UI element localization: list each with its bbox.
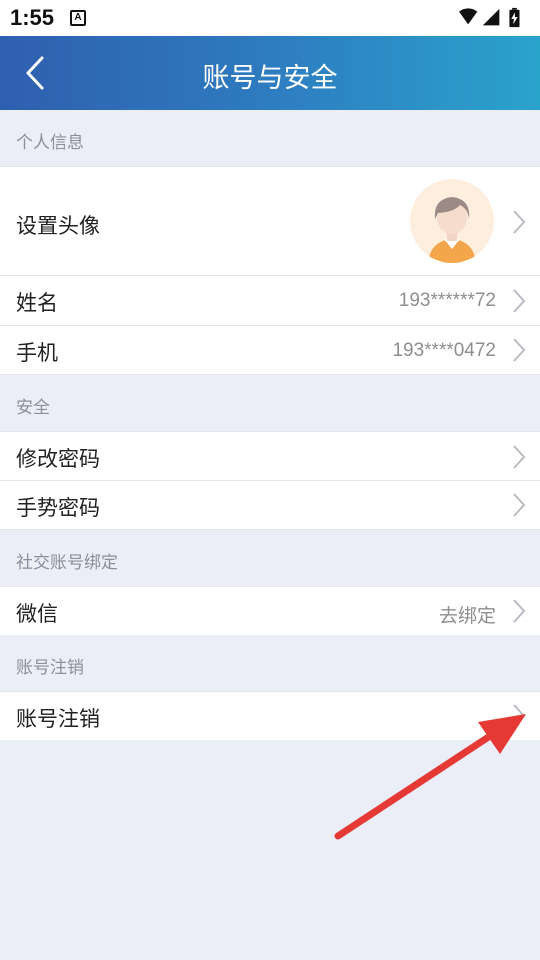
- gesture-password-label: 手势密码: [16, 496, 100, 520]
- phone-row[interactable]: 手机 193****0472: [0, 326, 540, 375]
- status-time: 1:55: [10, 5, 55, 30]
- annotation-arrow-icon: [334, 714, 526, 840]
- default-avatar-icon: [428, 197, 476, 263]
- avatar-row[interactable]: 设置头像: [0, 166, 540, 276]
- phone-row-value: 193****0472: [392, 340, 496, 361]
- wechat-row[interactable]: 微信 去绑定: [0, 586, 540, 635]
- chevron-right-icon: [513, 599, 526, 623]
- avatar: [410, 179, 494, 263]
- change-password-row[interactable]: 修改密码: [0, 431, 540, 481]
- wechat-row-label: 微信: [16, 602, 58, 626]
- battery-icon: [509, 7, 520, 28]
- notification-icon: A: [70, 10, 86, 26]
- deregister-account-label: 账号注销: [16, 707, 100, 731]
- wechat-bind-status: 去绑定: [438, 605, 496, 627]
- name-row-value: 193******72: [398, 290, 496, 311]
- change-password-label: 修改密码: [16, 447, 100, 471]
- section-title-security: 安全: [16, 398, 50, 418]
- chevron-right-icon: [513, 445, 526, 469]
- signal-icon: [482, 8, 500, 26]
- page-title: 账号与安全: [202, 63, 338, 94]
- name-row-label: 姓名: [16, 291, 58, 315]
- app-header: 账号与安全: [0, 36, 540, 110]
- section-title-social: 社交账号绑定: [16, 553, 118, 573]
- status-bar: 1:55 A: [0, 0, 540, 36]
- section-title-personal: 个人信息: [16, 133, 84, 153]
- phone-row-label: 手机: [16, 341, 58, 365]
- chevron-right-icon: [513, 493, 526, 517]
- gesture-password-row[interactable]: 手势密码: [0, 481, 540, 530]
- chevron-right-icon: [513, 210, 526, 234]
- chevron-right-icon: [513, 338, 526, 362]
- chevron-right-icon: [513, 289, 526, 313]
- avatar-row-label: 设置头像: [16, 214, 100, 238]
- wifi-icon: [459, 8, 478, 25]
- status-icons: [459, 7, 520, 28]
- section-title-deregister: 账号注销: [16, 658, 84, 678]
- name-row[interactable]: 姓名 193******72: [0, 276, 540, 326]
